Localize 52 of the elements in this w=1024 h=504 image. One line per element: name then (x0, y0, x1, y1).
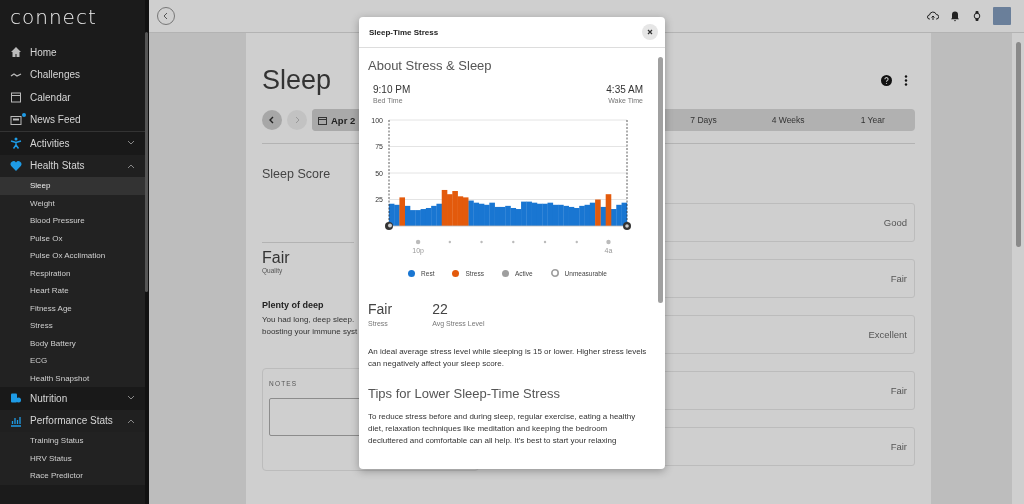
hour-dot (480, 240, 483, 244)
calendar-icon (10, 91, 22, 104)
sidebar-item[interactable]: Calendar (0, 86, 145, 109)
insight-text: You had long, deep sleep. boosting your immune syst (262, 314, 358, 338)
more-options-icon[interactable] (904, 74, 908, 86)
app-logo[interactable]: connect (0, 0, 145, 41)
help-icon[interactable] (881, 74, 892, 86)
home-icon (10, 46, 22, 59)
sidebar-item[interactable]: News Feed (0, 108, 145, 131)
person-icon (10, 137, 22, 150)
hour-dot (543, 240, 547, 244)
quality-value: Fair (262, 249, 290, 267)
stat-value: 22 (432, 301, 449, 317)
hour-dot (415, 239, 421, 245)
hour-dot (512, 240, 515, 244)
heart-icon (10, 159, 22, 172)
dialog-title: Sleep-Time Stress (369, 27, 440, 37)
close-button[interactable] (642, 24, 658, 40)
hour-dot (606, 239, 611, 245)
watch-icon[interactable] (971, 10, 983, 22)
period-tab[interactable]: 4 Weeks (745, 109, 831, 131)
wake-time: 4:35 AM (606, 84, 643, 95)
sidebar-subitem[interactable]: Sleep (0, 177, 145, 195)
date-button[interactable]: Apr 2 (312, 109, 362, 131)
close-icon (647, 29, 653, 35)
bars-icon (10, 414, 22, 427)
page-title: Sleep (262, 64, 332, 96)
scrollbar-thumb[interactable] (145, 32, 148, 292)
news-icon (10, 113, 22, 126)
chevron-left-icon (268, 116, 276, 124)
bell-icon[interactable] (949, 10, 961, 22)
section-heading: About Stress & Sleep (368, 58, 493, 73)
period-tab[interactable]: 7 Days (661, 109, 746, 131)
sidebar-section[interactable]: Performance Stats (0, 409, 145, 432)
insight-title: Plenty of deep (262, 300, 324, 310)
sidebar-section[interactable]: Health Stats (0, 154, 145, 177)
nutrition-icon (10, 392, 22, 405)
cloud-upload-icon[interactable] (927, 10, 939, 22)
previous-button[interactable] (262, 110, 282, 130)
bed-time: 9:10 PM (373, 84, 411, 95)
sidebar-item[interactable]: Challenges (0, 63, 145, 86)
sidebar-item[interactable]: Home (0, 41, 145, 64)
scrollbar-thumb[interactable] (1015, 42, 1021, 247)
stat-value: Fair (368, 301, 393, 317)
scrollbar-thumb[interactable] (658, 57, 663, 303)
chevron-left-icon (162, 12, 170, 20)
period-tab[interactable]: 1 Year (830, 109, 915, 131)
chevron-right-icon (293, 116, 301, 124)
calendar-icon (318, 115, 327, 125)
hour-dot (575, 240, 578, 244)
hour-dot (448, 240, 451, 244)
section-heading: Sleep Score (262, 167, 331, 181)
